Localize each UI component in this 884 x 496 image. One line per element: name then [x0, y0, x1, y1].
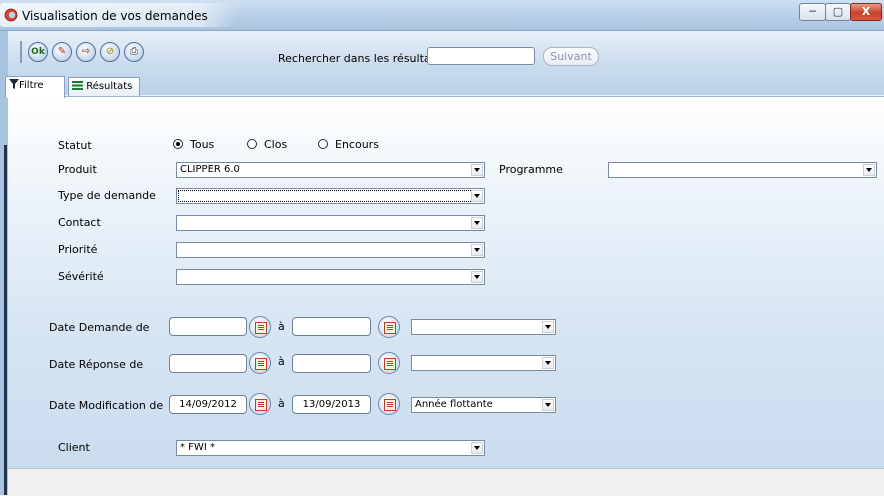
calendar-icon[interactable]	[249, 352, 271, 374]
search-label: Rechercher dans les résultats	[278, 52, 441, 65]
print-icon: ⎙	[130, 46, 138, 57]
date-reponse-a-label: à	[278, 355, 285, 368]
date-reponse-period-select[interactable]	[411, 355, 556, 371]
minimize-button[interactable]: ─	[799, 3, 826, 21]
statut-label: Statut	[58, 139, 92, 152]
radio-clos-label: Clos	[264, 138, 288, 151]
exit-button[interactable]: ⇨	[76, 42, 96, 62]
print-button[interactable]: ⎙	[124, 42, 144, 62]
erase-button[interactable]: ✎	[52, 42, 72, 62]
chevron-down-icon[interactable]	[471, 217, 483, 229]
client-label: Client	[58, 441, 90, 454]
date-modification-from-input[interactable]: 14/09/2012	[169, 395, 247, 414]
chevron-down-icon[interactable]	[542, 399, 554, 411]
tab-filtre[interactable]: Filtre	[5, 76, 65, 98]
produit-select[interactable]: CLIPPER 6.0	[176, 162, 485, 178]
chevron-down-icon[interactable]	[471, 271, 483, 283]
radio-tous-label: Tous	[190, 138, 215, 151]
filter-icon	[9, 79, 19, 89]
date-demande-label: Date Demande de	[49, 321, 150, 334]
erase-icon: ✎	[57, 46, 67, 57]
link-button[interactable]: ⊘	[100, 42, 120, 62]
window-left-shadow	[4, 145, 7, 495]
severite-select[interactable]	[176, 269, 485, 285]
client-select[interactable]: * FWI *	[176, 440, 485, 456]
date-modification-label: Date Modification de	[49, 399, 164, 412]
date-reponse-from-input[interactable]	[169, 354, 247, 373]
toolbar-grip	[20, 41, 22, 63]
priorite-select[interactable]	[176, 242, 485, 258]
maximize-button[interactable]: ▢	[825, 3, 851, 21]
calendar-icon[interactable]	[249, 316, 271, 338]
contact-label: Contact	[58, 216, 101, 229]
client-value: * FWI *	[180, 442, 215, 453]
link-icon: ⊘	[105, 46, 115, 57]
programme-label: Programme	[499, 163, 563, 176]
tab-resultats-label: Résultats	[86, 81, 133, 92]
chevron-down-icon[interactable]	[542, 321, 554, 333]
produit-value: CLIPPER 6.0	[180, 164, 240, 175]
exit-door-icon: ⇨	[81, 46, 91, 57]
app-icon	[4, 8, 18, 22]
chevron-down-icon[interactable]	[863, 164, 875, 176]
close-icon: X	[861, 5, 871, 18]
window-title: Visualisation de vos demandes	[22, 9, 208, 23]
calendar-icon[interactable]	[249, 393, 271, 415]
date-demande-period-select[interactable]	[411, 319, 556, 335]
severite-label: Sévérité	[58, 270, 104, 283]
chevron-down-icon[interactable]	[471, 164, 483, 176]
priorite-label: Priorité	[58, 243, 98, 256]
tab-resultats[interactable]: Résultats	[68, 77, 140, 97]
calendar-icon[interactable]	[378, 352, 400, 374]
date-reponse-to-input[interactable]	[292, 354, 371, 373]
date-modification-period-select[interactable]: Année flottante	[411, 397, 556, 413]
ok-icon: Ok	[31, 47, 45, 57]
search-input[interactable]	[427, 47, 535, 65]
chevron-down-icon[interactable]	[471, 244, 483, 256]
radio-clos[interactable]	[247, 139, 257, 149]
date-reponse-label: Date Réponse de	[49, 358, 144, 371]
list-icon	[72, 81, 83, 90]
calendar-icon[interactable]	[378, 316, 400, 338]
type-demande-label: Type de demande	[58, 189, 156, 202]
close-button[interactable]: X	[850, 3, 882, 21]
date-modification-period-value: Année flottante	[415, 399, 493, 410]
date-modification-a-label: à	[278, 397, 285, 410]
calendar-icon[interactable]	[378, 393, 400, 415]
maximize-icon: ▢	[832, 5, 844, 18]
date-demande-a-label: à	[278, 320, 285, 333]
date-demande-to-input[interactable]	[292, 317, 371, 336]
minimize-icon: ─	[809, 5, 816, 18]
type-demande-select[interactable]	[176, 188, 485, 204]
radio-encours[interactable]	[318, 139, 328, 149]
date-demande-from-input[interactable]	[169, 317, 247, 336]
radio-encours-label: Encours	[335, 138, 379, 151]
chevron-down-icon[interactable]	[542, 357, 554, 369]
next-button[interactable]: Suivant	[543, 47, 599, 66]
produit-label: Produit	[58, 163, 97, 176]
status-area	[8, 468, 884, 496]
chevron-down-icon[interactable]	[471, 190, 483, 202]
date-modification-to-input[interactable]: 13/09/2013	[292, 395, 371, 414]
chevron-down-icon[interactable]	[471, 442, 483, 454]
contact-select[interactable]	[176, 215, 485, 231]
programme-select[interactable]	[608, 162, 877, 178]
tab-filtre-label: Filtre	[19, 80, 44, 91]
ok-button[interactable]: Ok	[28, 42, 48, 62]
radio-tous[interactable]	[173, 139, 183, 149]
